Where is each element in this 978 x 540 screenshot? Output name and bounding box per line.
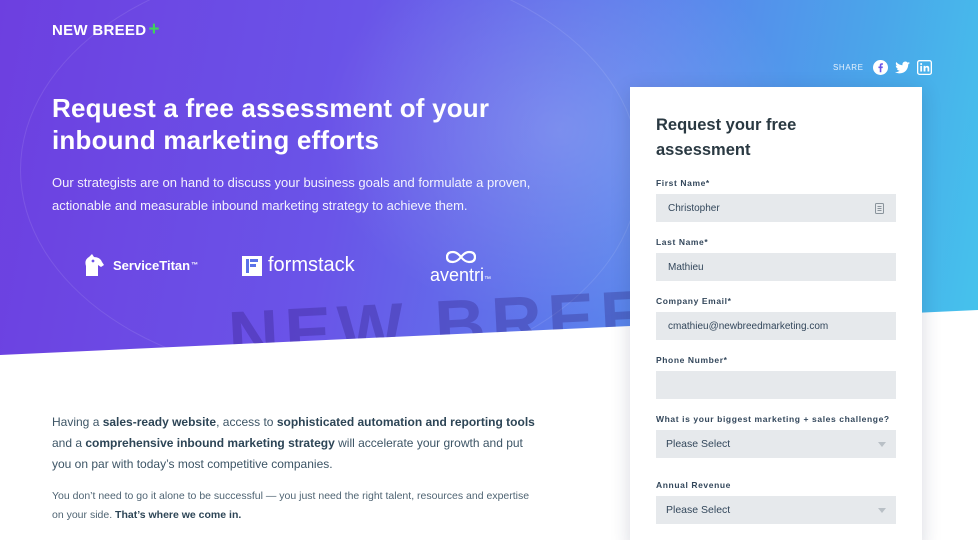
brand-plus-icon: + bbox=[148, 19, 160, 40]
client-name-formstack: formstack bbox=[268, 254, 355, 276]
client-logo-aventri: aventri™ bbox=[430, 249, 491, 286]
last-name-field-group: Last Name* Mathieu bbox=[656, 237, 896, 281]
email-label: Company Email* bbox=[656, 296, 732, 306]
client-logo-formstack: formstack bbox=[241, 254, 355, 277]
email-value: cmathieu@newbreedmarketing.com bbox=[668, 320, 829, 332]
challenge-field-group: What is your biggest marketing + sales c… bbox=[656, 414, 896, 458]
first-name-input[interactable]: Christopher bbox=[656, 194, 896, 222]
intro-paragraph: Having a sales-ready website, access to … bbox=[52, 415, 535, 471]
email-field-group: Company Email* cmathieu@newbreedmarketin… bbox=[656, 296, 896, 340]
page-subtitle: Our strategists are on hand to discuss y… bbox=[52, 175, 531, 213]
formstack-icon bbox=[242, 255, 262, 276]
phone-field-group: Phone Number* bbox=[656, 355, 896, 399]
email-input[interactable]: cmathieu@newbreedmarketing.com bbox=[656, 312, 896, 340]
first-name-label: First Name* bbox=[656, 178, 710, 188]
brand-name: NEW BREED bbox=[52, 22, 147, 39]
revenue-label: Annual Revenue bbox=[656, 480, 731, 490]
chevron-down-icon bbox=[878, 507, 886, 513]
revenue-selected-value: Please Select bbox=[666, 504, 731, 516]
phone-label: Phone Number* bbox=[656, 355, 728, 365]
secondary-paragraph: You don’t need to go it alone to be succ… bbox=[52, 490, 530, 521]
challenge-selected-value: Please Select bbox=[666, 438, 731, 450]
form-title: Request your free assessment bbox=[656, 116, 797, 159]
client-logo-servicetitan: ServiceTitan ™ bbox=[80, 252, 198, 278]
facebook-icon[interactable] bbox=[872, 60, 888, 75]
share-bar: SHARE bbox=[833, 60, 932, 75]
phone-input[interactable] bbox=[656, 371, 896, 399]
client-name-aventri: aventri™ bbox=[430, 265, 492, 285]
challenge-label: What is your biggest marketing + sales c… bbox=[656, 414, 890, 424]
last-name-value: Mathieu bbox=[668, 261, 704, 273]
twitter-icon[interactable] bbox=[894, 60, 910, 75]
brand-logo[interactable]: NEW BREED + bbox=[52, 19, 160, 41]
chevron-down-icon bbox=[878, 441, 886, 447]
challenge-select[interactable]: Please Select bbox=[656, 430, 896, 458]
revenue-field-group: Annual Revenue Please Select bbox=[656, 480, 896, 524]
first-name-value: Christopher bbox=[668, 202, 720, 214]
client-name-servicetitan: ServiceTitan bbox=[113, 257, 191, 273]
assessment-form-card: Request your free assessment First Name*… bbox=[630, 87, 922, 540]
aventri-infinity-icon bbox=[445, 250, 476, 264]
page-title: Request a free assessment of your inboun… bbox=[52, 93, 490, 155]
share-label: SHARE bbox=[833, 63, 864, 72]
last-name-label: Last Name* bbox=[656, 237, 709, 247]
revenue-select[interactable]: Please Select bbox=[656, 496, 896, 524]
servicetitan-knight-icon bbox=[85, 254, 104, 276]
last-name-input[interactable]: Mathieu bbox=[656, 253, 896, 281]
trademark-mark: ™ bbox=[191, 261, 199, 269]
linkedin-icon[interactable] bbox=[916, 60, 932, 75]
autofill-card-icon[interactable] bbox=[875, 202, 884, 214]
first-name-field-group: First Name* Christopher bbox=[656, 178, 896, 222]
